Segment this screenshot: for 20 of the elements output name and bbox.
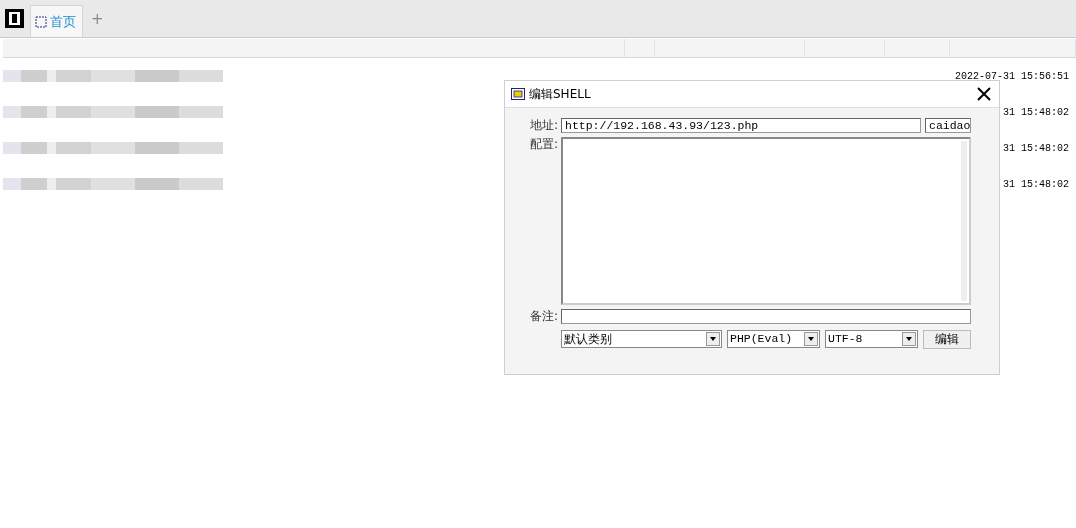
close-icon[interactable]	[977, 87, 991, 101]
table-cell: 31 15:48:02	[1003, 106, 1069, 118]
tab[interactable]: 首页	[30, 5, 83, 37]
window-icon	[511, 88, 525, 100]
table-cell: 31 15:48:02	[1003, 178, 1069, 190]
dropdown[interactable]: 默认类别	[561, 330, 722, 348]
table-cell: 2022-07-31 15:56:51	[954, 70, 1069, 82]
field-label: 配置:	[528, 137, 559, 152]
address-field[interactable]: http://192.168.43.93/123.php	[561, 118, 921, 133]
notes-field[interactable]	[561, 309, 971, 324]
dropdown[interactable]: UTF-8	[825, 330, 918, 348]
app-logo-icon	[5, 9, 24, 28]
field-label: 地址:	[528, 118, 559, 133]
type-field[interactable]: caidao	[925, 118, 971, 133]
dropdown[interactable]: PHP(Eval)	[727, 330, 820, 348]
table-cell: 31 15:48:02	[1003, 142, 1069, 154]
edit-button[interactable]: 编辑	[923, 330, 971, 349]
field-label: 备注:	[528, 309, 559, 324]
dialog-title: 编辑SHELL	[529, 85, 591, 103]
square-icon	[35, 15, 47, 28]
